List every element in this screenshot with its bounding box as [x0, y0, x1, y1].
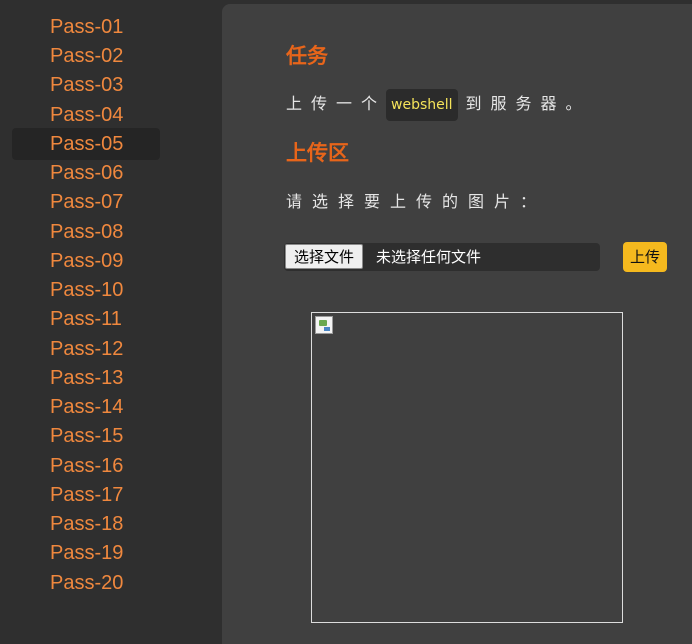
upload-area-title: 上传区	[286, 141, 349, 165]
sidebar-item-pass-16[interactable]: Pass-16	[12, 450, 160, 482]
upload-button[interactable]: 上传	[623, 242, 667, 272]
webshell-code: webshell	[386, 89, 458, 121]
task-text-after: 到服务器。	[465, 94, 591, 113]
task-text-before: 上传一个	[286, 94, 387, 113]
sidebar-item-pass-02[interactable]: Pass-02	[12, 40, 160, 72]
sidebar-item-pass-20[interactable]: Pass-20	[12, 567, 160, 599]
sidebar-item-pass-12[interactable]: Pass-12	[12, 333, 160, 365]
choose-file-button[interactable]: 选择文件	[285, 244, 364, 269]
sidebar-item-pass-04[interactable]: Pass-04	[12, 99, 160, 131]
file-status-text: 未选择任何文件	[376, 248, 482, 266]
task-description: 上传一个 webshell 到服务器。	[286, 88, 591, 121]
main-panel: 任务 上传一个 webshell 到服务器。 上传区 请选择要上传的图片： 选择文件…	[222, 4, 692, 644]
sidebar-item-pass-03[interactable]: Pass-03	[12, 69, 160, 101]
upload-prompt: 请选择要上传的图片：	[286, 192, 547, 211]
sidebar-item-pass-06[interactable]: Pass-06	[12, 157, 160, 189]
sidebar-item-pass-17[interactable]: Pass-17	[12, 479, 160, 511]
image-preview	[311, 312, 623, 623]
sidebar-item-pass-05[interactable]: Pass-05	[12, 128, 160, 160]
sidebar-item-pass-18[interactable]: Pass-18	[12, 508, 160, 540]
file-input[interactable]: 选择文件 未选择任何文件	[284, 243, 600, 271]
sidebar-item-pass-15[interactable]: Pass-15	[12, 420, 160, 452]
sidebar-item-pass-10[interactable]: Pass-10	[12, 274, 160, 306]
sidebar: Pass-01 Pass-02 Pass-03 Pass-04 Pass-05 …	[0, 0, 222, 637]
sidebar-item-pass-13[interactable]: Pass-13	[12, 362, 160, 394]
sidebar-item-pass-09[interactable]: Pass-09	[12, 245, 160, 277]
sidebar-item-pass-07[interactable]: Pass-07	[12, 186, 160, 218]
sidebar-item-pass-14[interactable]: Pass-14	[12, 391, 160, 423]
sidebar-item-pass-11[interactable]: Pass-11	[12, 303, 160, 335]
sidebar-item-pass-01[interactable]: Pass-01	[12, 11, 160, 43]
broken-image-icon	[315, 316, 333, 334]
sidebar-item-pass-19[interactable]: Pass-19	[12, 537, 160, 569]
sidebar-item-pass-08[interactable]: Pass-08	[12, 216, 160, 248]
task-title: 任务	[286, 44, 328, 68]
